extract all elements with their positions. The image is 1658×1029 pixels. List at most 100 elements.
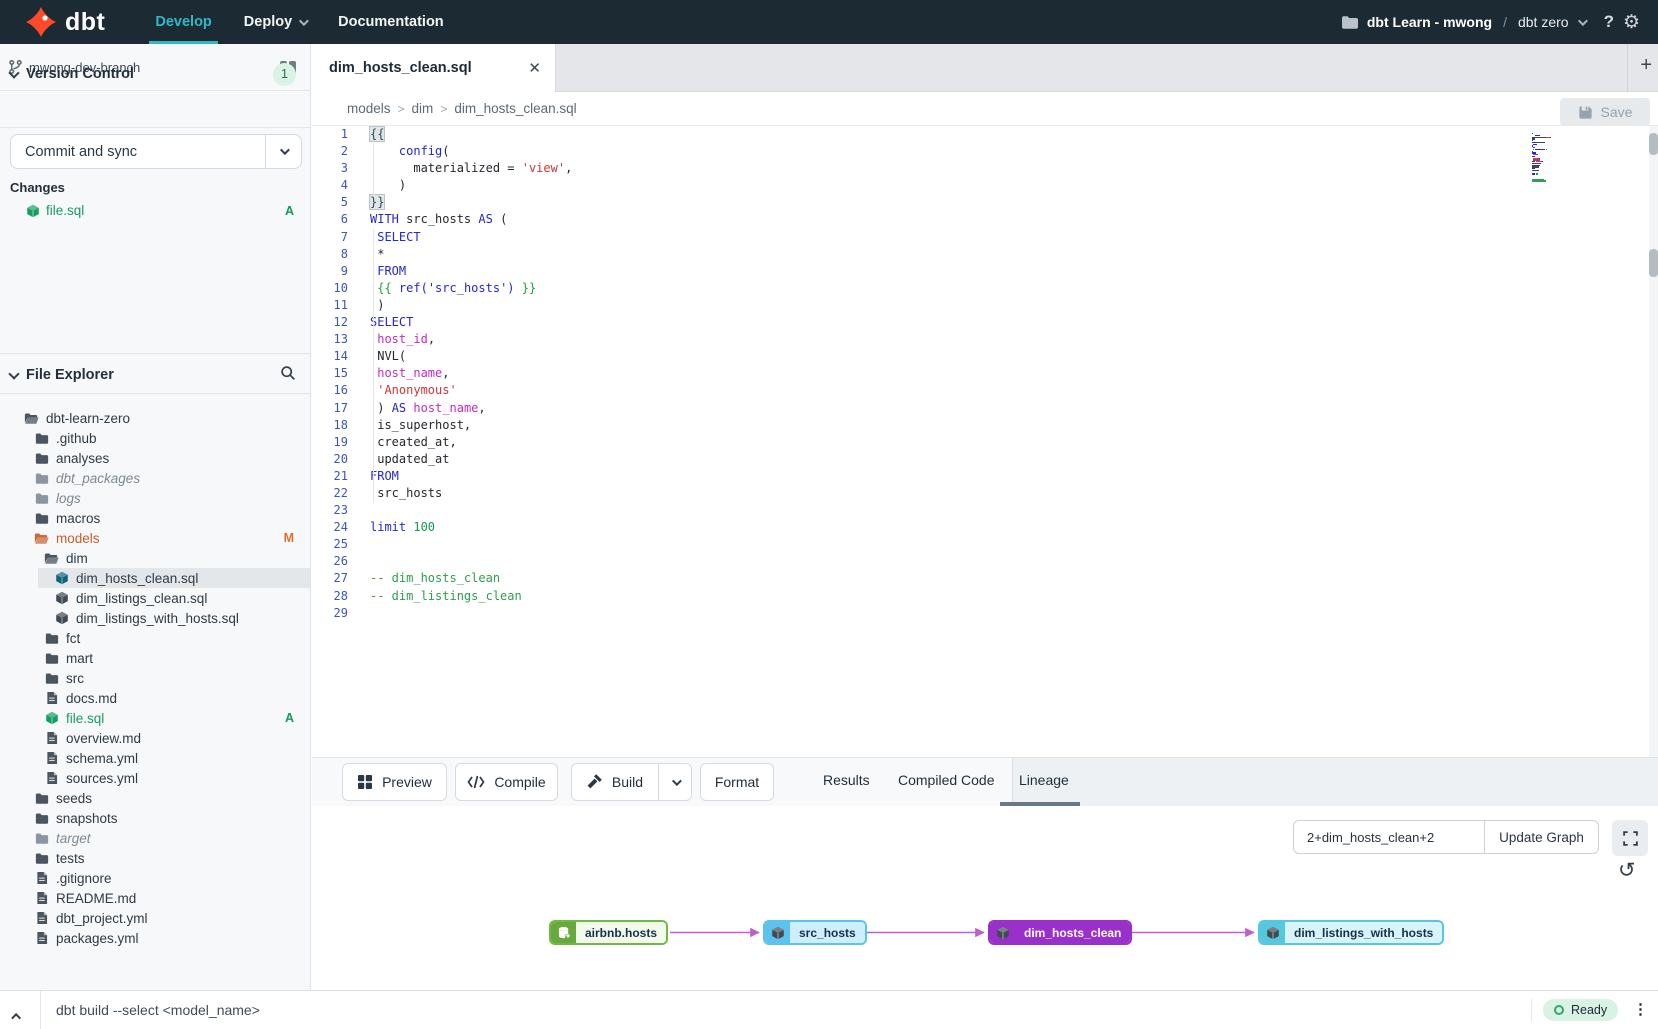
tree-item-schema-yml[interactable]: schema.yml	[0, 748, 310, 768]
changed-file-name: file.sql	[46, 203, 84, 218]
tree-item-overview-md[interactable]: overview.md	[0, 728, 310, 748]
tree-item-label: models	[56, 531, 100, 546]
tree-item-analyses[interactable]: analyses	[0, 448, 310, 468]
tree-item-dim[interactable]: dim	[0, 548, 310, 568]
tree-item-mart[interactable]: mart	[0, 648, 310, 668]
file-icon	[44, 731, 59, 745]
tab-dim-hosts-clean[interactable]: dim_hosts_clean.sql ✕	[312, 44, 556, 92]
lineage-node-dim-listings-with-hosts[interactable]: dim_listings_with_hosts	[1258, 920, 1444, 945]
lineage-node-airbnb-hosts[interactable]: airbnb.hosts	[549, 920, 668, 945]
tree-item-label: analyses	[56, 451, 109, 466]
line-number: 21	[312, 468, 348, 485]
cube-icon	[990, 922, 1015, 943]
line-number: 14	[312, 348, 348, 365]
code-line: 10 {{ ref('src_hosts') }}	[312, 280, 1658, 297]
kebab-menu-icon[interactable]: ⋮	[1633, 1000, 1648, 1018]
editor-scrollbar[interactable]	[1649, 126, 1658, 757]
ready-status-label: Ready	[1571, 1003, 1607, 1017]
breadcrumb-item[interactable]: dim	[412, 101, 434, 116]
top-navbar: dbt DevelopDeploy Documentation dbt Learn…	[0, 0, 1658, 44]
cube-icon	[1260, 922, 1285, 943]
tree-item-label: packages.yml	[56, 931, 139, 946]
breadcrumb: models>dim>dim_hosts_clean.sql	[347, 101, 577, 116]
editor-minimap[interactable]	[1532, 133, 1594, 193]
code-editor[interactable]: 1{{2 config(3 materialized = 'view',4 )5…	[312, 126, 1658, 757]
tree-item-tests[interactable]: tests	[0, 848, 310, 868]
project-name[interactable]: dbt Learn - mwong	[1367, 14, 1492, 30]
compile-button[interactable]: Compile	[455, 763, 558, 801]
nav-item-deploy[interactable]: Deploy	[228, 0, 322, 44]
tree-item-logs[interactable]: logs	[0, 488, 310, 508]
format-button[interactable]: Format	[700, 763, 774, 801]
build-options-dropdown[interactable]	[658, 764, 691, 800]
tree-item-dim-listings-clean-sql[interactable]: dim_listings_clean.sql	[0, 588, 310, 608]
tree-item-label: dim	[66, 551, 88, 566]
code-line: 13 host_id,	[312, 331, 1658, 348]
tree-item-macros[interactable]: macros	[0, 508, 310, 528]
active-tab-underline	[1000, 802, 1080, 806]
tab-lineage[interactable]: Lineage	[1019, 772, 1069, 788]
tree-item-src[interactable]: src	[0, 668, 310, 688]
ready-status-badge: Ready	[1543, 999, 1618, 1021]
tree-item--github[interactable]: .github	[0, 428, 310, 448]
code-line: 25	[312, 536, 1658, 553]
search-icon[interactable]	[280, 365, 296, 386]
tree-item-dbt-learn-zero[interactable]: dbt-learn-zero	[0, 408, 310, 428]
tree-item-file-sql[interactable]: file.sqlA	[0, 708, 310, 728]
tree-item-snapshots[interactable]: snapshots	[0, 808, 310, 828]
tree-item-readme-md[interactable]: README.md	[0, 888, 310, 908]
folder-icon	[34, 812, 49, 825]
nav-item-label: Documentation	[338, 14, 444, 30]
line-number: 18	[312, 417, 348, 434]
ready-status-icon	[1554, 1005, 1564, 1015]
new-tab-plus-icon[interactable]: +	[1640, 54, 1652, 77]
tree-item-seeds[interactable]: seeds	[0, 788, 310, 808]
tree-item-dim-hosts-clean-sql[interactable]: dim_hosts_clean.sql	[0, 568, 310, 588]
lineage-node-src-hosts[interactable]: src_hosts	[763, 920, 867, 945]
collapse-panel-icon[interactable]	[14, 1007, 21, 1025]
build-button[interactable]: Build	[572, 764, 658, 800]
environment-chevron-icon[interactable]	[1578, 16, 1588, 26]
line-number: 10	[312, 280, 348, 297]
environment-name[interactable]: dbt zero	[1518, 14, 1569, 30]
tree-item-models[interactable]: modelsM	[0, 528, 310, 548]
save-button[interactable]: Save	[1560, 98, 1650, 126]
scrollbar-mark[interactable]	[1649, 133, 1658, 155]
settings-gear-icon[interactable]: ⚙	[1623, 11, 1640, 34]
file-explorer-header[interactable]: File Explorer	[0, 357, 310, 393]
tree-item-fct[interactable]: fct	[0, 628, 310, 648]
version-control-header[interactable]: Version Control 1	[0, 56, 310, 92]
tree-item-target[interactable]: target	[0, 828, 310, 848]
code-icon	[467, 775, 485, 789]
tree-item-packages-yml[interactable]: packages.yml	[0, 928, 310, 948]
tree-item-dbt-project-yml[interactable]: dbt_project.yml	[0, 908, 310, 928]
tree-item-label: tests	[56, 851, 85, 866]
tree-item--gitignore[interactable]: .gitignore	[0, 868, 310, 888]
dbt-logo[interactable]: dbt	[26, 7, 105, 37]
nav-item-documentation[interactable]: Documentation	[322, 0, 460, 44]
line-number: 16	[312, 382, 348, 399]
commit-and-sync-button[interactable]: Commit and sync	[10, 134, 302, 169]
tree-item-sources-yml[interactable]: sources.yml	[0, 768, 310, 788]
nav-item-develop[interactable]: Develop	[139, 0, 227, 44]
tab-results[interactable]: Results	[823, 772, 870, 788]
minimap-line	[1532, 149, 1547, 150]
tree-item-dbt-packages[interactable]: dbt_packages	[0, 468, 310, 488]
preview-button[interactable]: Preview	[342, 763, 447, 801]
command-input[interactable]: dbt build --select <model_name>	[56, 1002, 260, 1018]
commit-options-dropdown[interactable]	[265, 135, 301, 168]
help-icon[interactable]: ?	[1604, 12, 1614, 32]
scrollbar-mark[interactable]	[1649, 249, 1658, 277]
line-number: 13	[312, 331, 348, 348]
tree-item-label: .github	[56, 431, 97, 446]
tab-compiled-code[interactable]: Compiled Code	[898, 772, 995, 788]
close-icon[interactable]: ✕	[528, 59, 541, 77]
breadcrumb-item[interactable]: dim_hosts_clean.sql	[454, 101, 576, 116]
changed-file-row[interactable]: file.sqlA	[0, 200, 310, 221]
breadcrumb-item[interactable]: models	[347, 101, 391, 116]
preview-label: Preview	[382, 774, 432, 790]
tree-item-docs-md[interactable]: docs.md	[0, 688, 310, 708]
lineage-node-dim-hosts-clean[interactable]: dim_hosts_clean	[988, 920, 1132, 945]
status-bar: dbt build --select <model_name> Ready ⋮	[0, 990, 1658, 1028]
tree-item-dim-listings-with-hosts-sql[interactable]: dim_listings_with_hosts.sql	[0, 608, 310, 628]
